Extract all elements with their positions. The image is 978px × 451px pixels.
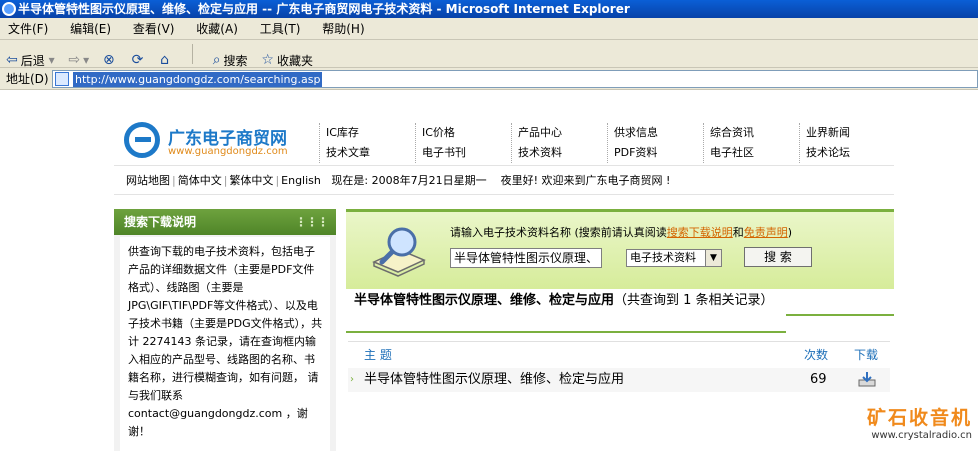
menu-help[interactable]: 帮助(H) (322, 18, 364, 40)
result-times: 69 (810, 372, 827, 387)
download-icon[interactable] (858, 371, 876, 387)
bullet-icon: › (350, 374, 354, 385)
site-logo[interactable]: 广东电子商贸网 www.guangdongdz.com (124, 120, 314, 165)
sidebar: 搜索下载说明 ⋮⋮⋮ 供查询下载的电子技术资料，包括电子产品的详细数据文件（主要… (114, 209, 336, 451)
search-submit-button[interactable]: 搜 索 (744, 247, 812, 267)
address-label: 地址(D) (6, 72, 49, 86)
link-simplified-chinese[interactable]: 简体中文 (178, 174, 222, 187)
category-select[interactable]: 电子技术资料 ▼ (626, 249, 722, 267)
dropdown-arrow-icon[interactable]: ▼ (705, 250, 721, 266)
back-label: 后退 (20, 53, 45, 68)
divider: | (275, 174, 280, 187)
link-english[interactable]: English (281, 174, 321, 187)
nav-column: IC库存 技术文章 (319, 123, 415, 163)
result-count: （共查询到 1 条相关记录） (614, 293, 774, 308)
back-arrow-icon: ⇦ (6, 52, 18, 68)
nav-link-industry-news[interactable]: 业界新闻 (806, 123, 895, 143)
watermark-url: www.crystalradio.cn (871, 430, 972, 441)
menu-file[interactable]: 文件(F) (8, 18, 48, 40)
nav-link-community[interactable]: 电子社区 (710, 143, 799, 163)
table-header: 主 题 次数 下载 (348, 342, 890, 368)
sidebar-title: 搜索下载说明 (124, 215, 197, 229)
category-value: 电子技术资料 (630, 251, 696, 264)
header-download: 下载 (854, 348, 879, 362)
nav-link-tech-articles[interactable]: 技术文章 (326, 143, 415, 163)
logo-domain: www.guangdongdz.com (168, 146, 288, 157)
search-prompt: 请输入电子技术资料名称 (搜索前请认真阅读搜索下载说明和免责声明) (450, 224, 792, 240)
nav-link-news-general[interactable]: 综合资讯 (710, 123, 799, 143)
favorites-icon: ☆ (261, 52, 274, 68)
search-panel: 请输入电子技术资料名称 (搜索前请认真阅读搜索下载说明和免责声明) 半导体管特性… (346, 209, 894, 289)
page-icon (55, 72, 69, 86)
result-heading: 半导体管特性图示仪原理、维修、检定与应用（共查询到 1 条相关记录） (346, 291, 786, 333)
divider (786, 314, 894, 316)
menubar: 文件(F) 编辑(E) 查看(V) 收藏(A) 工具(T) 帮助(H) (0, 18, 978, 40)
ie-icon (2, 2, 16, 16)
nav-link-supply[interactable]: 供求信息 (614, 123, 703, 143)
nav-column: 综合资讯 电子社区 (703, 123, 799, 163)
header-times: 次数 (804, 348, 829, 362)
keyword-input[interactable]: 半导体管特性图示仪原理、 (450, 248, 602, 268)
toolbar: ⇦ 后退 ▾ ⇨ ▾ ⊗ ⟳ ⌂ ⌕ 搜索 ☆ 收藏夹 (0, 40, 978, 68)
refresh-icon: ⟳ (131, 52, 144, 68)
greeting: 夜里好! 欢迎来到广东电子商贸网 ! (500, 174, 671, 187)
results-table: 主 题 次数 下载 › 半导体管特性图示仪原理、维修、检定与应用 69 (348, 341, 890, 451)
main-content: 请输入电子技术资料名称 (搜索前请认真阅读搜索下载说明和免责声明) 半导体管特性… (346, 209, 894, 451)
nav-link-ic-stock[interactable]: IC库存 (326, 123, 415, 143)
link-traditional-chinese[interactable]: 繁体中文 (229, 174, 273, 187)
result-subject-link[interactable]: 半导体管特性图示仪原理、维修、检定与应用 (364, 368, 624, 392)
nav-column: IC价格 电子书刊 (415, 123, 511, 163)
window-titlebar: 半导体管特性图示仪原理、维修、检定与应用 -- 广东电子商贸网电子技术资料 - … (0, 0, 978, 18)
menu-favorites[interactable]: 收藏(A) (196, 18, 238, 40)
browser-content: 广东电子商贸网 www.guangdongdz.com IC库存 技术文章 IC… (0, 91, 978, 451)
table-row: › 半导体管特性图示仪原理、维修、检定与应用 69 (348, 368, 890, 392)
current-date: 现在是: 2008年7月21日星期一 (331, 174, 487, 187)
menu-edit[interactable]: 编辑(E) (70, 18, 111, 40)
menu-tools[interactable]: 工具(T) (260, 18, 301, 40)
nav-link-pdf[interactable]: PDF资料 (614, 143, 703, 163)
nav-link-ebooks[interactable]: 电子书刊 (422, 143, 511, 163)
home-icon: ⌂ (160, 52, 170, 68)
top-navigation: IC库存 技术文章 IC价格 电子书刊 产品中心 技术资料 供求信息 PDF资料… (319, 123, 894, 163)
nav-link-tech-docs[interactable]: 技术资料 (518, 143, 607, 163)
forward-arrow-icon: ⇨ (68, 52, 81, 68)
result-title: 半导体管特性图示仪原理、维修、检定与应用 (354, 293, 615, 308)
nav-link-ic-price[interactable]: IC价格 (422, 123, 511, 143)
nav-column: 业界新闻 技术论坛 (799, 123, 895, 163)
header-subject: 主 题 (364, 348, 392, 362)
prompt-text: 请输入电子技术资料名称 (搜索前请认真阅读 (450, 226, 667, 239)
logo-e-icon (124, 122, 160, 158)
forward-dropdown-icon[interactable]: ▾ (83, 53, 89, 67)
nav-column: 供求信息 PDF资料 (607, 123, 703, 163)
search-label: 搜索 (223, 53, 248, 68)
link-disclaimer[interactable]: 免责声明 (744, 226, 788, 239)
sidebar-header: 搜索下载说明 ⋮⋮⋮ (114, 209, 336, 235)
sidebar-description: 供查询下载的电子技术资料，包括电子产品的详细数据文件（主要是PDF文件格式）、线… (120, 237, 330, 451)
site-container: 广东电子商贸网 www.guangdongdz.com IC库存 技术文章 IC… (114, 105, 894, 451)
nav-column: 产品中心 技术资料 (511, 123, 607, 163)
divider: | (223, 174, 228, 187)
prompt-and: 和 (732, 226, 744, 239)
stop-icon: ⊗ (103, 52, 115, 68)
nav-link-products[interactable]: 产品中心 (518, 123, 607, 143)
back-dropdown-icon[interactable]: ▾ (45, 53, 55, 67)
search-icon: ⌕ (212, 52, 221, 68)
info-bar: 网站地图 | 简体中文 | 繁体中文 | English 现在是: 2008年7月21日星期… (114, 165, 894, 195)
toolbar-divider (191, 44, 193, 64)
nav-link-forum[interactable]: 技术论坛 (806, 143, 895, 163)
watermark: 矿石收音机 www.crystalradio.cn (838, 403, 978, 451)
book-magnifier-icon (372, 227, 426, 277)
link-sitemap[interactable]: 网站地图 (126, 174, 170, 187)
addressbar: 地址(D) http://www.guangdongdz.com/searchi… (0, 68, 978, 90)
grip-icon: ⋮⋮⋮ (295, 215, 329, 229)
prompt-close: ) (787, 226, 793, 239)
link-search-instructions[interactable]: 搜索下载说明 (667, 226, 733, 239)
menu-view[interactable]: 查看(V) (133, 18, 175, 40)
address-url[interactable]: http://www.guangdongdz.com/searching.asp (73, 72, 323, 87)
window-title: 半导体管特性图示仪原理、维修、检定与应用 -- 广东电子商贸网电子技术资料 - … (18, 2, 630, 16)
divider: | (172, 174, 176, 187)
address-input[interactable]: http://www.guangdongdz.com/searching.asp (52, 70, 978, 88)
favorites-label: 收藏夹 (276, 53, 313, 68)
watermark-title: 矿石收音机 (866, 407, 972, 429)
